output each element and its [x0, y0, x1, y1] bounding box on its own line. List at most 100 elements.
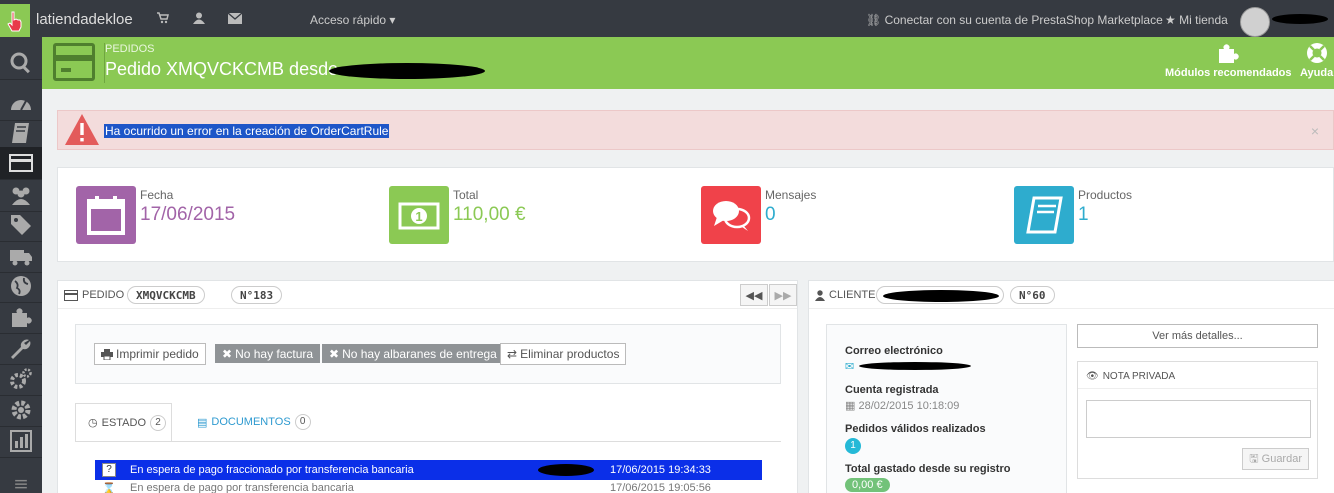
- sidebar-item-administration[interactable]: [0, 394, 42, 427]
- tags-icon: [11, 215, 31, 235]
- top-navbar: latiendadekloe Acceso rápido ▾ ⛓ Conecta…: [0, 0, 1334, 37]
- order-panel-heading: Pedido XMQVCKCMB N°183 ◀◀ ▶▶: [58, 281, 797, 309]
- search-icon: [10, 52, 30, 74]
- sidebar-item-orders[interactable]: [0, 147, 42, 180]
- breadcrumb[interactable]: Pedidos: [105, 43, 155, 55]
- valid-orders-count: 1: [845, 438, 861, 454]
- redacted-employee-name: [1272, 14, 1328, 24]
- alert-close-button[interactable]: ×: [1311, 123, 1319, 139]
- kpi-value: 0: [765, 204, 776, 225]
- kpi-label: Mensajes: [765, 188, 817, 202]
- help-label: Ayuda: [1300, 67, 1334, 79]
- sidebar-item-customers[interactable]: [0, 179, 42, 212]
- calendar-icon: ▦: [845, 400, 856, 412]
- dashboard-icon: [11, 100, 31, 111]
- shop-name-link[interactable]: latiendadekloe: [36, 11, 133, 28]
- puzzle-icon: [12, 308, 32, 327]
- print-icon: [101, 348, 113, 360]
- save-note-button[interactable]: 🖫 Guardar: [1242, 448, 1309, 470]
- private-note-textarea[interactable]: [1086, 400, 1311, 438]
- sidebar-item-price-rules[interactable]: [0, 209, 42, 242]
- order-kpi-panel: Fecha 17/06/2015 1 Total 110,00 € Mensaj…: [57, 167, 1334, 262]
- print-order-button[interactable]: Imprimir pedido: [94, 343, 206, 365]
- customer-panel: Cliente N°60 Correo electrónico ✉ Cuenta…: [808, 280, 1334, 493]
- my-shop-link[interactable]: ★ Mi tienda: [1165, 13, 1228, 27]
- page-title: Pedido XMQVCKCMB desde: [105, 59, 339, 79]
- quick-access-dropdown[interactable]: Acceso rápido ▾: [310, 13, 395, 27]
- clock-icon: ◷: [88, 417, 98, 429]
- history-status: En espera de pago fraccionado por transf…: [130, 464, 414, 476]
- sidebar-item-stats[interactable]: [0, 425, 42, 458]
- registered-date: ▦ 28/02/2015 10:18:09: [845, 399, 959, 412]
- history-row[interactable]: ? En espera de pago fraccionado por tran…: [95, 460, 762, 480]
- total-spent-badge: 0,00 €: [845, 478, 890, 492]
- private-note-panel: 👁 NOTA PRIVADA 🖫 Guardar: [1077, 361, 1318, 479]
- print-order-label: Imprimir pedido: [116, 347, 199, 361]
- tab-status[interactable]: ◷ ESTADO 2: [75, 403, 172, 441]
- tab-documents[interactable]: ▤ DOCUMENTOS 0: [185, 403, 323, 441]
- recommended-modules-button[interactable]: Módulos recomendados: [1165, 41, 1292, 79]
- forward-icon: ▶▶: [774, 289, 792, 302]
- envelope-icon[interactable]: [227, 12, 243, 27]
- question-icon: ?: [102, 463, 116, 477]
- order-number-badge: N°183: [231, 286, 283, 304]
- email-value[interactable]: ✉: [845, 360, 972, 373]
- save-icon: 🖫: [1249, 452, 1259, 465]
- customer-info-well: Correo electrónico ✉ Cuenta registrada ▦…: [826, 324, 1067, 493]
- eye-slash-icon: 👁: [1086, 371, 1099, 382]
- sidebar-collapse-toggle[interactable]: [0, 467, 42, 493]
- registered-label: Cuenta registrada: [845, 384, 939, 396]
- kpi-label: Total: [453, 188, 479, 202]
- recommended-modules-label: Módulos recomendados: [1165, 67, 1292, 79]
- envelope-icon: ✉: [845, 361, 855, 373]
- sidebar-item-search[interactable]: [0, 47, 42, 80]
- employee-avatar[interactable]: [1240, 7, 1270, 37]
- tab-documents-label: DOCUMENTOS: [211, 416, 291, 428]
- sidebar-item-shipping[interactable]: [0, 240, 42, 273]
- warning-icon: [65, 114, 99, 145]
- order-tabs: ◷ ESTADO 2 ▤ DOCUMENTOS 0: [75, 403, 781, 453]
- redacted-customer-name: [883, 290, 999, 302]
- customer-name-badge[interactable]: [876, 286, 1004, 304]
- svg-text:1: 1: [415, 209, 422, 224]
- delete-products-button[interactable]: ⇄ Eliminar productos: [500, 343, 627, 365]
- backward-icon: ◀◀: [745, 289, 763, 302]
- previous-order-button[interactable]: ◀◀: [740, 284, 768, 306]
- sidebar-item-advanced-parameters[interactable]: [0, 363, 42, 396]
- view-more-details-button[interactable]: Ver más detalles...: [1077, 324, 1318, 348]
- error-alert: Ha ocurrido un error en la creación de O…: [57, 110, 1334, 150]
- comments-icon: [701, 186, 761, 244]
- bar-chart-icon: [10, 430, 32, 452]
- credit-card-icon: [9, 154, 33, 172]
- redacted-email: [859, 362, 972, 370]
- sidebar-item-preferences[interactable]: [0, 332, 42, 365]
- history-date: 17/06/2015 19:34:33: [610, 464, 711, 476]
- customer-panel-heading: Cliente N°60: [809, 281, 1334, 309]
- marketplace-connect-link[interactable]: ⛓ Conectar con su cuenta de PrestaShop M…: [866, 13, 1163, 27]
- globe-icon: [11, 276, 31, 296]
- prestashop-logo-icon[interactable]: [0, 4, 30, 37]
- sidebar-item-catalog[interactable]: [0, 117, 42, 150]
- user-icon[interactable]: [193, 12, 205, 27]
- help-button[interactable]: Ayuda: [1300, 41, 1333, 79]
- kpi-value: 17/06/2015: [140, 204, 236, 225]
- no-delivery-slip-label: No hay albaranes de entrega: [342, 346, 497, 361]
- sidebar-menu: [0, 37, 42, 493]
- delete-products-label: Eliminar productos: [520, 347, 620, 361]
- private-note-heading: 👁 NOTA PRIVADA: [1086, 371, 1175, 382]
- order-actions-well: Imprimir pedido ✖ No hay factura ✖ No ha…: [75, 324, 781, 384]
- no-invoice-label: No hay factura: [235, 346, 314, 361]
- private-note-title: NOTA PRIVADA: [1102, 371, 1176, 382]
- customer-number-badge: N°60: [1010, 286, 1055, 304]
- history-row[interactable]: ⌛ En espera de pago por transferencia ba…: [95, 481, 762, 493]
- save-note-label: Guardar: [1261, 453, 1302, 465]
- star-icon: ★: [1165, 13, 1176, 27]
- money-icon: 1: [389, 186, 449, 244]
- history-date: 17/06/2015 19:05:56: [610, 482, 711, 493]
- sidebar-item-modules[interactable]: [0, 301, 42, 334]
- sidebar-item-localization[interactable]: [0, 270, 42, 303]
- cart-icon[interactable]: [157, 12, 169, 27]
- hourglass-icon: ⌛: [102, 482, 116, 493]
- next-order-button[interactable]: ▶▶: [769, 284, 797, 306]
- link-icon: ⛓: [866, 13, 882, 27]
